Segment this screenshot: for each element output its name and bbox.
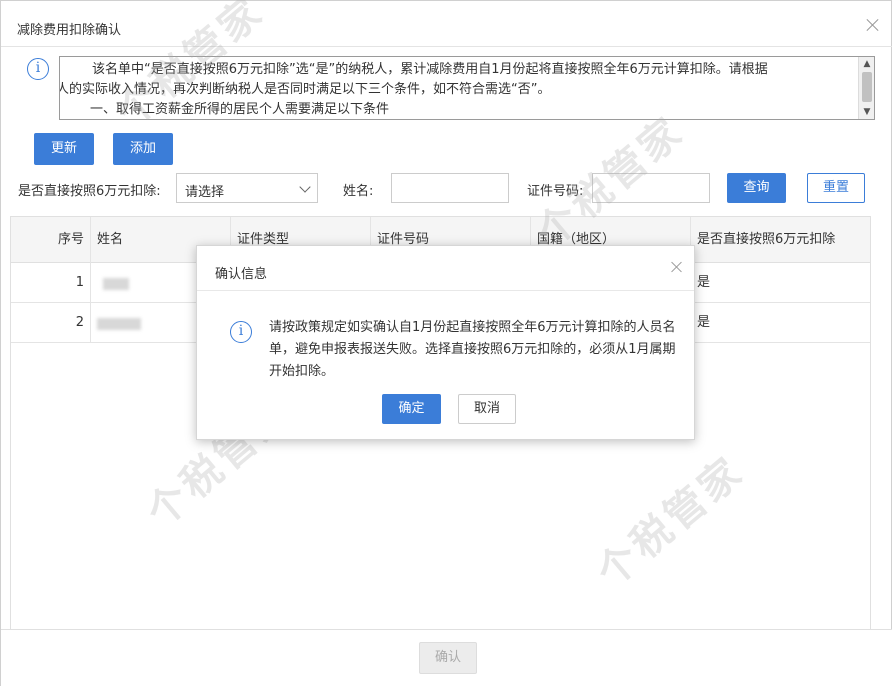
modal-divider [197,290,694,291]
scroll-down-icon[interactable]: ▼ [859,105,874,119]
deduct-select-value: 请选择 [185,185,225,200]
notice-line-1: 该名单中“是否直接按照6万元扣除”选“是”的纳税人，累计减除费用自1月份起将直接… [92,62,768,77]
dialog-title: 减除费用扣除确认 [17,23,122,38]
col-deduct: 是否直接按照6万元扣除 [697,232,836,247]
notice-scrollbar[interactable]: ▲ ▼ [858,57,874,119]
col-index: 序号 [11,217,91,263]
blurred-name [103,278,129,290]
row-index: 2 [11,303,91,343]
name-input[interactable] [391,173,509,203]
dialog-close-icon[interactable] [865,17,881,33]
filter-row: 是否直接按照6万元扣除: 请选择 姓名: 证件号码: 查询 重置 [1,173,892,203]
modal-close-icon[interactable] [670,260,684,274]
chevron-down-icon [299,181,311,193]
id-filter-label: 证件号码: [527,184,584,199]
notice-line-3: 一、取得工资薪金所得的居民个人需要满足以下条件 [90,102,390,117]
notice-line-2: 纳税人的实际收入情况，再次判断纳税人是否同时满足以下三个条件，如不符合需选“否”… [59,82,551,97]
deduct-filter-label: 是否直接按照6万元扣除: [18,184,161,199]
blurred-name [97,318,141,330]
scroll-thumb[interactable] [861,72,872,102]
add-button[interactable]: 添加 [113,133,173,165]
row-deduct: 是 [697,315,711,330]
name-filter-label: 姓名: [343,184,374,199]
row-index: 1 [11,263,91,303]
update-button[interactable]: 更新 [34,133,94,165]
info-icon: i [27,58,49,80]
modal-ok-button[interactable]: 确定 [382,394,441,424]
info-icon: i [230,321,252,343]
deduct-select[interactable]: 请选择 [176,173,318,203]
modal-cancel-button[interactable]: 取消 [458,394,516,424]
dialog-footer: 确认 [1,629,892,686]
notice-box: 该名单中“是否直接按照6万元扣除”选“是”的纳税人，累计减除费用自1月份起将直接… [59,56,875,120]
confirm-info-modal: 确认信息 i 请按政策规定如实确认自1月份起直接按照全年6万元计算扣除的人员名单… [196,245,695,440]
dialog-title-bar: 减除费用扣除确认 [1,9,892,47]
notice-text: 该名单中“是否直接按照6万元扣除”选“是”的纳税人，累计减除费用自1月份起将直接… [59,60,858,119]
query-button[interactable]: 查询 [727,173,786,203]
row-deduct: 是 [697,275,711,290]
id-number-input[interactable] [592,173,710,203]
scroll-up-icon[interactable]: ▲ [859,57,874,71]
modal-message: 请按政策规定如实确认自1月份起直接按照全年6万元计算扣除的人员名单，避免申报表报… [269,320,676,379]
modal-title: 确认信息 [215,267,268,282]
confirm-button[interactable]: 确认 [419,642,477,674]
reset-button[interactable]: 重置 [807,173,865,203]
